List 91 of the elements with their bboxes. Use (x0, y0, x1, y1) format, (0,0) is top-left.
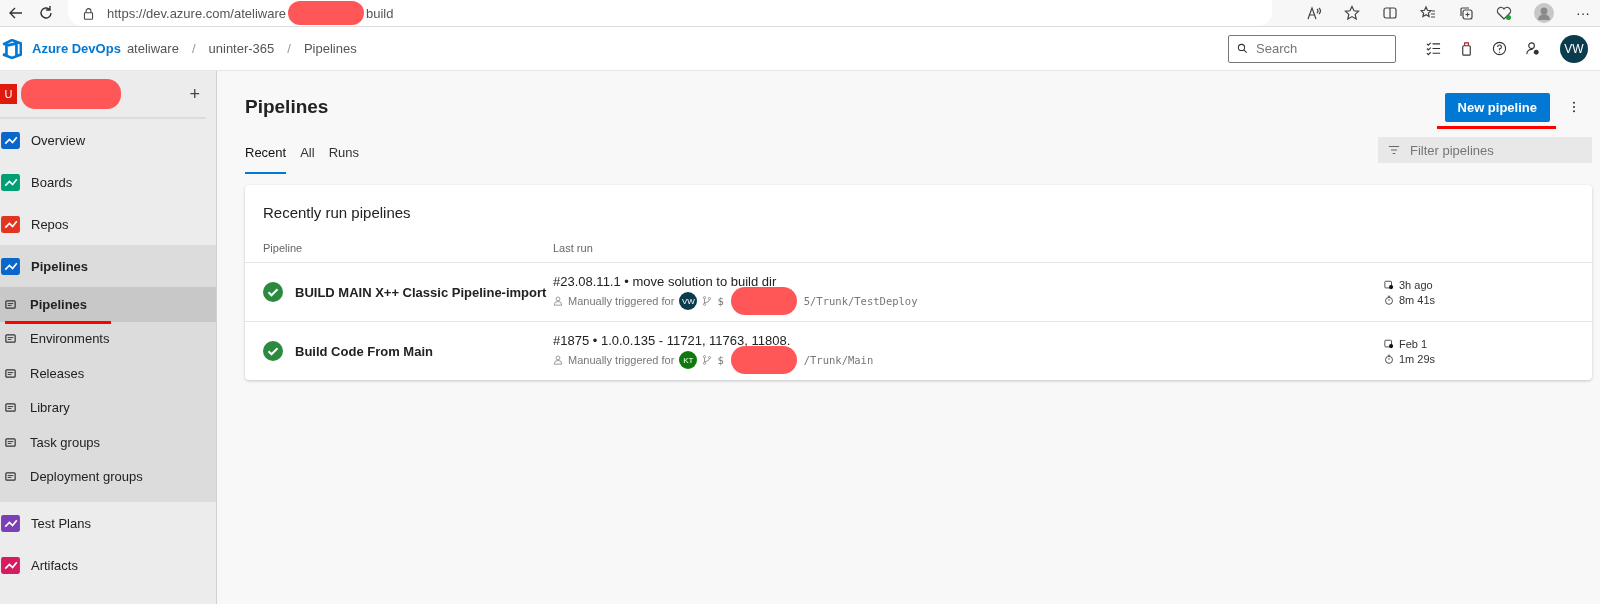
subitem-icon (4, 470, 17, 484)
nav-subitem[interactable]: Library (0, 390, 216, 425)
checklist-icon[interactable] (1426, 41, 1441, 56)
subitem-icon (4, 435, 17, 449)
user-settings-icon[interactable] (1525, 41, 1540, 56)
more-icon[interactable] (1572, 101, 1576, 113)
split-screen-icon[interactable] (1382, 5, 1398, 21)
nav-item[interactable]: Artifacts (0, 544, 216, 586)
redaction-mark (730, 346, 797, 374)
nav-item[interactable]: Repos (0, 203, 216, 245)
branch-icon (702, 355, 713, 365)
subitem-icon (4, 366, 17, 380)
nav-item[interactable]: Boards (0, 161, 216, 203)
url-text: build (365, 5, 394, 21)
branch-text: $ (717, 354, 724, 366)
search-field[interactable]: Search (1228, 34, 1396, 63)
breadcrumb-separator: / (287, 41, 291, 56)
subitem-icon (4, 401, 17, 415)
area-icon (0, 213, 21, 235)
product-name[interactable]: Azure DevOps (32, 41, 121, 56)
run-time: 3h ago (1399, 278, 1433, 291)
area-icon (0, 512, 21, 534)
profile-icon[interactable] (1534, 3, 1554, 23)
branch-text: $ (717, 295, 724, 307)
collections-icon[interactable] (1458, 5, 1474, 21)
run-time: Feb 1 (1399, 337, 1428, 350)
run-title[interactable]: #23.08.11.1 • move solution to build dir (553, 274, 1384, 289)
run-duration: 8m 41s (1399, 293, 1436, 306)
trigger-text: Manually triggered for (568, 354, 675, 366)
nav-subitem[interactable]: Environments (0, 321, 216, 356)
project-avatar[interactable]: U (0, 84, 17, 104)
refresh-icon[interactable] (38, 5, 54, 21)
breadcrumb[interactable]: ateliware (126, 41, 179, 56)
shopping-bag-icon[interactable] (1459, 41, 1474, 56)
read-aloud-icon[interactable] (1306, 5, 1322, 21)
health-icon[interactable] (1496, 5, 1512, 21)
breadcrumb[interactable]: Pipelines (303, 41, 357, 56)
filter-icon (1388, 144, 1400, 156)
area-icon (0, 554, 21, 576)
more-menu[interactable]: ··· (1576, 5, 1590, 21)
user-avatar: VW (679, 292, 698, 310)
redaction-mark (730, 287, 797, 315)
back-icon[interactable] (8, 5, 24, 21)
search-icon (1237, 42, 1248, 54)
devops-logo-icon[interactable] (2, 38, 22, 59)
column-header: Last run (553, 242, 593, 254)
new-pipeline-button[interactable]: New pipeline (1444, 92, 1550, 122)
pipeline-name[interactable]: Build Code From Main (295, 343, 433, 359)
card-title: Recently run pipelines (262, 203, 412, 223)
nav-item[interactable]: Overview (0, 119, 216, 161)
branch-icon (702, 296, 713, 306)
lock-icon (82, 6, 95, 20)
breadcrumb-separator: / (191, 41, 196, 56)
tab[interactable]: All (300, 145, 315, 174)
run-duration: 1m 29s (1399, 352, 1436, 365)
pipeline-name[interactable]: BUILD MAIN X++ Classic Pipeline-import (295, 284, 547, 300)
branch-text: /Trunk/Main (803, 354, 874, 366)
column-header: Pipeline (263, 242, 304, 254)
nav-item[interactable]: Test Plans (0, 502, 216, 544)
help-icon[interactable] (1492, 41, 1507, 56)
trigger-text: Manually triggered for (568, 295, 675, 307)
tab[interactable]: Recent (245, 145, 287, 174)
person-icon (553, 355, 563, 365)
nav-subitem[interactable]: Releases (0, 356, 216, 391)
area-icon (0, 171, 21, 193)
filter-field[interactable]: Filter pipelines (1378, 137, 1592, 163)
subitem-icon (4, 332, 17, 346)
calendar-clock-icon (1384, 279, 1394, 290)
area-icon (0, 255, 21, 277)
url-text: https://dev.azure.com/ateliware (107, 5, 286, 21)
page-title: Pipelines (245, 96, 329, 118)
address-bar[interactable]: https://dev.azure.com/ateliware build (68, 0, 1272, 26)
nav-subitem[interactable]: Task groups (0, 425, 216, 460)
area-icon (0, 129, 21, 151)
tab[interactable]: Runs (328, 145, 359, 174)
breadcrumb[interactable]: uninter-365 (208, 41, 275, 56)
subitem-icon (4, 297, 17, 311)
stopwatch-icon (1384, 294, 1394, 305)
add-button[interactable]: + (189, 83, 200, 105)
star-icon[interactable] (1344, 5, 1360, 21)
branch-text: 5/Trunk/TestDeploy (803, 295, 918, 307)
stopwatch-icon (1384, 353, 1394, 364)
person-icon (553, 296, 563, 306)
nav-item[interactable]: Pipelines (0, 245, 216, 287)
user-avatar: KT (679, 351, 698, 369)
favorites-icon[interactable] (1420, 5, 1436, 21)
nav-subitem[interactable]: Pipelines (0, 287, 216, 322)
run-title[interactable]: #1875 • 1.0.0.135 - 11721, 11763, 11808. (553, 333, 1384, 348)
calendar-clock-icon (1384, 338, 1394, 349)
user-avatar[interactable]: VW (1560, 34, 1588, 63)
nav-subitem[interactable]: Deployment groups (0, 459, 216, 494)
